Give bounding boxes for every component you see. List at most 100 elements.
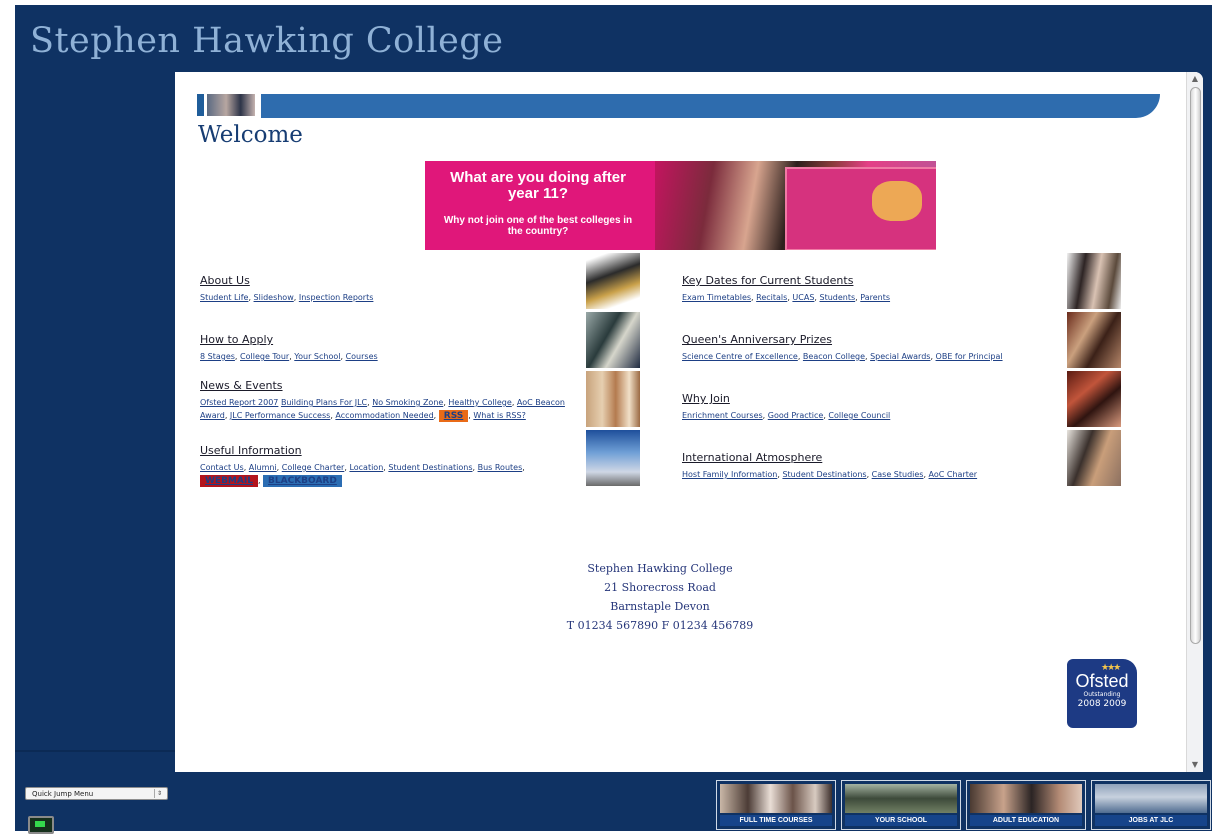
nav-adult-education[interactable]: ADULT EDUCATION <box>966 780 1086 830</box>
scroll-up-arrow-icon[interactable]: ▲ <box>1187 72 1203 86</box>
section-how-to-apply: How to Apply 8 Stages, College Tour, You… <box>200 328 585 363</box>
link-alumni[interactable]: Alumni <box>249 463 277 472</box>
ofsted-logo: ★★★ Ofsted Outstanding 2008 2009 <box>1067 659 1137 728</box>
status-icon <box>28 816 54 834</box>
nav-your-school[interactable]: YOUR SCHOOL <box>841 780 961 830</box>
anniversary-prizes-photo <box>1067 312 1121 368</box>
scroll-down-arrow-icon[interactable]: ▼ <box>1187 758 1203 772</box>
vertical-scrollbar[interactable]: ▲ ▼ <box>1186 72 1203 772</box>
why-join-link[interactable]: Why Join <box>682 392 730 405</box>
ofsted-years: 2008 2009 <box>1077 699 1127 709</box>
link-performance-success[interactable]: JLC Performance Success <box>230 411 330 420</box>
your-school-photo <box>845 784 957 813</box>
link-host-family[interactable]: Host Family Information <box>682 470 777 479</box>
link-bus-routes[interactable]: Bus Routes <box>478 463 523 472</box>
link-obe-principal[interactable]: OBE for Principal <box>936 352 1003 361</box>
link-aoc-charter[interactable]: AoC Charter <box>929 470 978 479</box>
banner-subline: Why not join one of the best colleges in… <box>443 215 633 237</box>
link-parents[interactable]: Parents <box>860 293 890 302</box>
why-join-photo <box>1067 371 1121 427</box>
banner-screen-image <box>785 167 936 250</box>
news-events-link[interactable]: News & Events <box>200 379 283 392</box>
link-courses[interactable]: Courses <box>346 352 378 361</box>
link-case-studies[interactable]: Case Studies <box>872 470 924 479</box>
about-us-photo <box>586 253 640 309</box>
address-phone: T 01234 567890 F 01234 456789 <box>566 619 754 632</box>
section-useful-information: Useful Information Contact Us, Alumni, C… <box>200 439 585 487</box>
promo-banner[interactable]: What are you doing after year 11? Why no… <box>425 161 936 250</box>
link-beacon-college[interactable]: Beacon College <box>803 352 865 361</box>
link-exam-timetables[interactable]: Exam Timetables <box>682 293 751 302</box>
link-enrichment-courses[interactable]: Enrichment Courses <box>682 411 763 420</box>
link-student-life[interactable]: Student Life <box>200 293 248 302</box>
news-events-links: Ofsted Report 2007 Building Plans For JL… <box>200 398 565 422</box>
link-location[interactable]: Location <box>349 463 383 472</box>
nav-jobs-at-jlc[interactable]: JOBS AT JLC <box>1091 780 1211 830</box>
rss-button[interactable]: RSS <box>438 410 469 422</box>
useful-information-photo <box>586 430 640 486</box>
link-students[interactable]: Students <box>820 293 856 302</box>
link-college-council[interactable]: College Council <box>828 411 890 420</box>
college-address: Stephen Hawking College 21 Shorecross Ro… <box>495 559 825 635</box>
header-bar <box>261 94 1160 118</box>
header-photo <box>207 94 255 116</box>
link-inspection-reports[interactable]: Inspection Reports <box>299 293 374 302</box>
link-building-plans[interactable]: Building Plans For JLC <box>281 398 367 407</box>
key-dates-photo <box>1067 253 1121 309</box>
link-contact-us[interactable]: Contact Us <box>200 463 244 472</box>
key-dates-link[interactable]: Key Dates for Current Students <box>682 274 853 287</box>
about-us-link[interactable]: About Us <box>200 274 250 287</box>
link-special-awards[interactable]: Special Awards <box>870 352 930 361</box>
section-international-atmosphere: International Atmosphere Host Family Inf… <box>682 446 1067 481</box>
ofsted-grade: Outstanding <box>1083 691 1121 698</box>
link-healthy-college[interactable]: Healthy College <box>448 398 511 407</box>
link-college-tour[interactable]: College Tour <box>240 352 289 361</box>
webmail-button[interactable]: WEBMAIL <box>200 475 258 487</box>
section-anniversary-prizes: Queen's Anniversary Prizes Science Centr… <box>682 328 1067 363</box>
nav-label: FULL TIME COURSES <box>720 815 832 826</box>
site-title: Stephen Hawking College <box>30 21 504 61</box>
quick-jump-menu[interactable]: Quick Jump Menu ⇕ <box>25 787 168 800</box>
link-ofsted-report[interactable]: Ofsted Report 2007 <box>200 398 278 407</box>
international-atmosphere-photo <box>1067 430 1121 486</box>
nav-label: YOUR SCHOOL <box>845 815 957 826</box>
nav-label: JOBS AT JLC <box>1095 815 1207 826</box>
anniversary-prizes-link[interactable]: Queen's Anniversary Prizes <box>682 333 832 346</box>
nav-label: ADULT EDUCATION <box>970 815 1082 826</box>
page-title: Welcome <box>198 122 303 148</box>
chevron-down-icon: ⇕ <box>154 789 164 798</box>
section-key-dates: Key Dates for Current Students Exam Time… <box>682 269 1067 304</box>
address-town: Barnstaple Devon <box>610 600 710 613</box>
how-to-apply-links: 8 Stages, College Tour, Your School, Cou… <box>200 352 378 361</box>
about-us-links: Student Life, Slideshow, Inspection Repo… <box>200 293 374 302</box>
link-8-stages[interactable]: 8 Stages <box>200 352 235 361</box>
address-name: Stephen Hawking College <box>587 562 733 575</box>
jobs-at-jlc-photo <box>1095 784 1207 813</box>
address-street: 21 Shorecross Road <box>604 581 716 594</box>
link-science-centre[interactable]: Science Centre of Excellence <box>682 352 798 361</box>
link-what-is-rss[interactable]: What is RSS? <box>473 411 525 420</box>
anniversary-prizes-links: Science Centre of Excellence, Beacon Col… <box>682 352 1003 361</box>
section-why-join: Why Join Enrichment Courses, Good Practi… <box>682 387 1067 422</box>
link-accommodation[interactable]: Accommodation Needed <box>335 411 433 420</box>
link-no-smoking[interactable]: No Smoking Zone <box>372 398 443 407</box>
international-atmosphere-links: Host Family Information, Student Destina… <box>682 470 978 479</box>
useful-information-link[interactable]: Useful Information <box>200 444 302 457</box>
link-your-school[interactable]: Your School <box>294 352 340 361</box>
nav-full-time-courses[interactable]: FULL TIME COURSES <box>716 780 836 830</box>
section-news-events: News & Events Ofsted Report 2007 Buildin… <box>200 374 585 422</box>
scroll-thumb[interactable] <box>1190 87 1201 644</box>
international-atmosphere-link[interactable]: International Atmosphere <box>682 451 822 464</box>
link-student-destinations-intl[interactable]: Student Destinations <box>782 470 866 479</box>
news-events-photo <box>586 371 640 427</box>
link-college-charter[interactable]: College Charter <box>282 463 345 472</box>
content-panel: Welcome What are you doing after year 11… <box>175 72 1203 772</box>
link-student-destinations[interactable]: Student Destinations <box>388 463 472 472</box>
link-recitals[interactable]: Recitals <box>756 293 787 302</box>
how-to-apply-link[interactable]: How to Apply <box>200 333 273 346</box>
link-good-practice[interactable]: Good Practice <box>768 411 824 420</box>
link-ucas[interactable]: UCAS <box>792 293 814 302</box>
link-slideshow[interactable]: Slideshow <box>254 293 294 302</box>
blackboard-button[interactable]: BLACKBOARD <box>263 475 342 487</box>
adult-education-photo <box>970 784 1082 813</box>
